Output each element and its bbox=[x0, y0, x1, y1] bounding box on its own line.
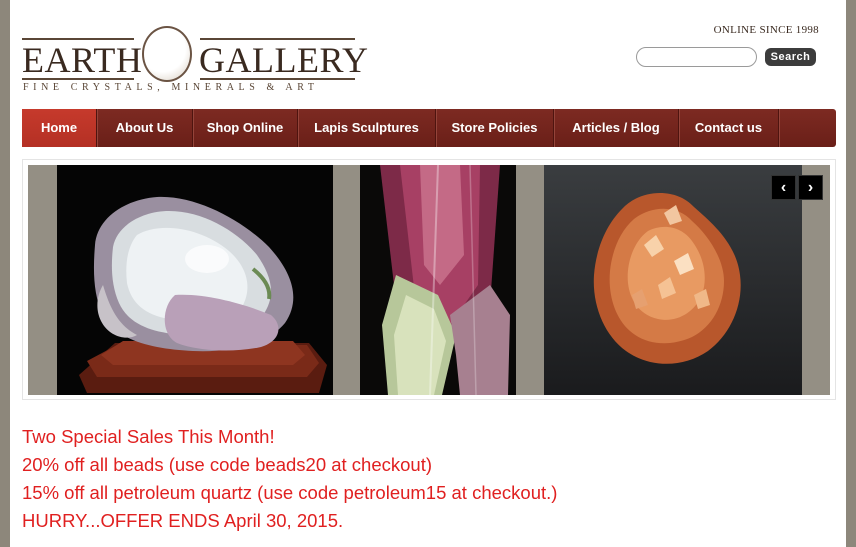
promo-line: Two Special Sales This Month! bbox=[22, 426, 275, 447]
logo[interactable]: EARTH GALLERY FINE CRYSTALS, MINERALS & … bbox=[22, 26, 368, 96]
slide-image-orange-crystals[interactable] bbox=[544, 165, 802, 395]
tourmaline-specimen-image bbox=[380, 165, 510, 395]
logo-word-left: EARTH bbox=[22, 40, 143, 80]
main-nav: Home About Us Shop Online Lapis Sculptur… bbox=[22, 109, 836, 147]
slide-image-calcite[interactable] bbox=[57, 165, 333, 395]
nav-item-articles-blog[interactable]: Articles / Blog bbox=[554, 109, 679, 147]
calcite-specimen-image bbox=[79, 196, 327, 393]
page: EARTH GALLERY FINE CRYSTALS, MINERALS & … bbox=[10, 0, 846, 547]
nav-item-store-policies[interactable]: Store Policies bbox=[436, 109, 554, 147]
slide-image-tourmaline[interactable] bbox=[360, 165, 516, 395]
promo-line: 15% off all petroleum quartz (use code p… bbox=[22, 482, 558, 503]
search-button[interactable]: Search bbox=[765, 48, 816, 66]
nav-item-lapis-sculptures[interactable]: Lapis Sculptures bbox=[298, 109, 436, 147]
logo-word-right: GALLERY bbox=[199, 40, 369, 80]
image-slider[interactable]: ‹ › bbox=[28, 165, 830, 395]
nav-item-contact-us[interactable]: Contact us bbox=[679, 109, 779, 147]
promo-line: 20% off all beads (use code beads20 at c… bbox=[22, 454, 433, 475]
promo-section: Two Special Sales This Month! 20% off al… bbox=[22, 423, 557, 535]
chevron-right-icon: › bbox=[807, 179, 814, 196]
chevron-left-icon: ‹ bbox=[780, 179, 787, 196]
nav-item-home[interactable]: Home bbox=[22, 109, 97, 147]
orange-crystal-specimen-image bbox=[593, 192, 741, 364]
logo-tagline: FINE CRYSTALS, MINERALS & ART bbox=[23, 82, 319, 93]
logo-globe-icon bbox=[142, 26, 192, 82]
slider-next-arrow[interactable]: › bbox=[798, 175, 823, 200]
online-since-text: ONLINE SINCE 1998 bbox=[713, 24, 819, 36]
search-input[interactable] bbox=[636, 47, 757, 67]
promo-line: HURRY...OFFER ENDS April 30, 2015. bbox=[22, 510, 344, 531]
nav-item-shop-online[interactable]: Shop Online bbox=[193, 109, 298, 147]
slider-prev-arrow[interactable]: ‹ bbox=[771, 175, 796, 200]
nav-item-about-us[interactable]: About Us bbox=[97, 109, 193, 147]
